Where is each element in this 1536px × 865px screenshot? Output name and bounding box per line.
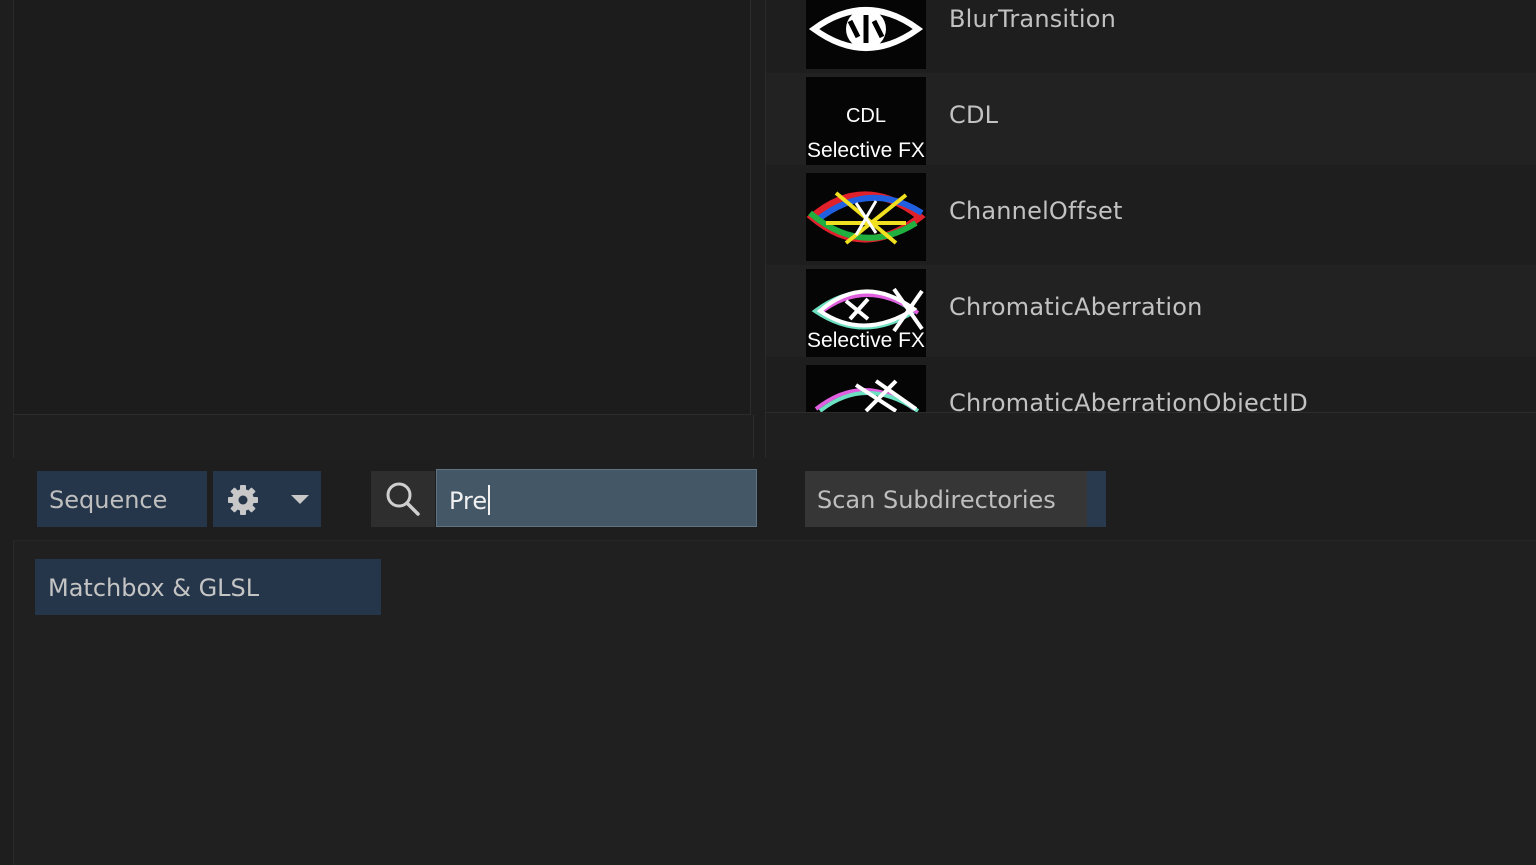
scan-subdirectories-toggle[interactable] (1087, 471, 1106, 527)
list-item[interactable]: Selective FX ChromaticAberration (766, 265, 1536, 357)
settings-dropdown-button[interactable] (213, 471, 321, 527)
chevron-down-icon (291, 495, 309, 504)
preview-panel (13, 0, 751, 415)
list-item[interactable]: BlurTransition (766, 0, 1536, 69)
sequence-button[interactable]: Sequence (37, 471, 207, 527)
effect-label: BlurTransition (949, 5, 1117, 33)
chromatic-fish-selective-fx-icon: Selective FX (806, 269, 926, 357)
search-icon (386, 482, 420, 516)
scan-subdirectories-label: Scan Subdirectories (817, 486, 1056, 514)
effects-footer (765, 413, 1536, 458)
list-item[interactable]: ChromaticAberrationObjectID (766, 361, 1536, 413)
rgb-fish-logo-icon (806, 173, 926, 261)
effects-list[interactable]: BlurTransition CDL Selective FX CDL Chan… (765, 0, 1536, 413)
scan-subdirectories-button[interactable]: Scan Subdirectories (805, 471, 1087, 527)
text-caret (488, 485, 491, 515)
preview-footer (13, 415, 754, 458)
tab-matchbox-glsl[interactable]: Matchbox & GLSL (35, 559, 381, 615)
sequence-label: Sequence (49, 486, 168, 514)
effect-label: CDL (949, 101, 999, 129)
list-item[interactable]: ChannelOffset (766, 169, 1536, 261)
search-input[interactable]: Pre (436, 469, 757, 527)
search-input-value: Pre (449, 487, 488, 515)
effect-label: ChannelOffset (949, 197, 1123, 225)
cdl-selective-fx-icon: CDL Selective FX (806, 77, 926, 165)
list-item[interactable]: CDL Selective FX CDL (766, 73, 1536, 165)
effect-label: ChromaticAberration (949, 293, 1203, 321)
chromatic-fish-partial-icon (806, 365, 926, 412)
fish-eye-logo-icon (806, 0, 926, 69)
search-button[interactable] (371, 471, 435, 527)
gear-icon (228, 485, 258, 515)
tab-label: Matchbox & GLSL (48, 574, 260, 602)
effect-label: ChromaticAberrationObjectID (949, 389, 1308, 413)
